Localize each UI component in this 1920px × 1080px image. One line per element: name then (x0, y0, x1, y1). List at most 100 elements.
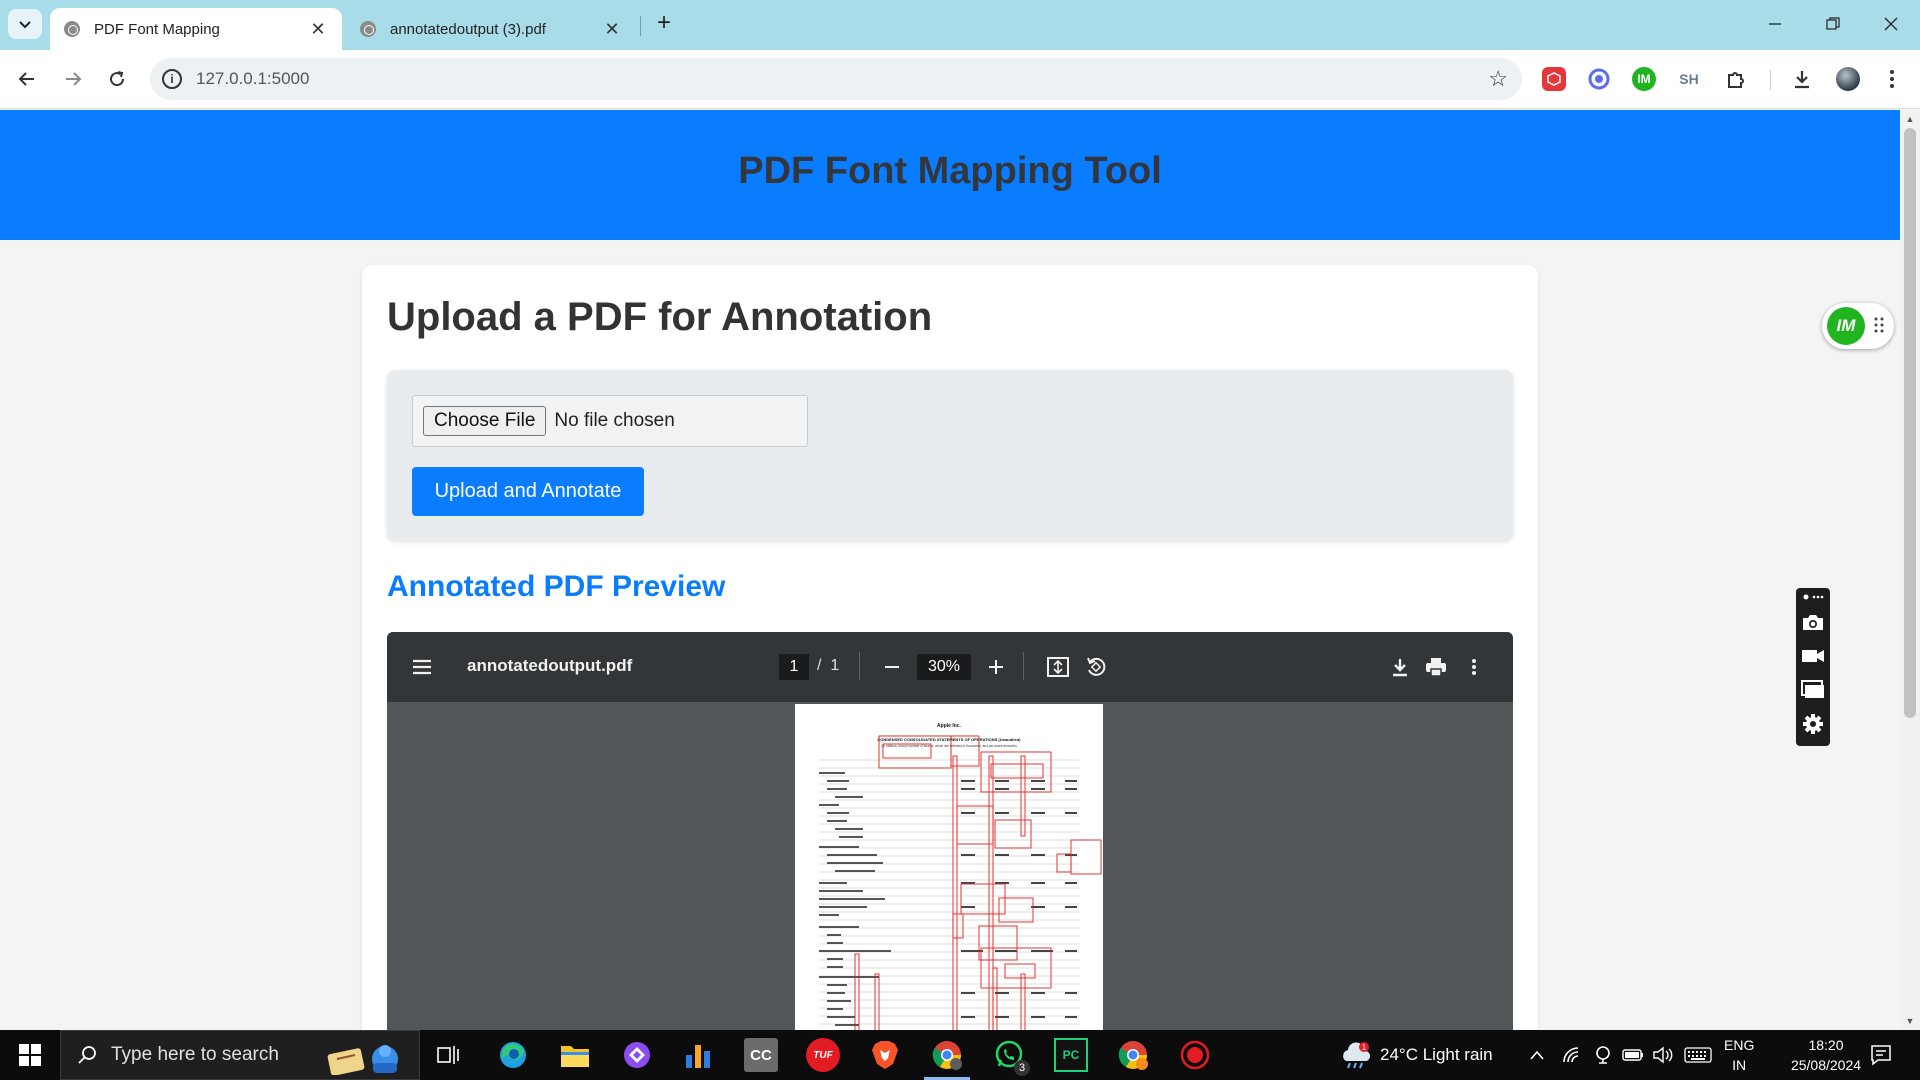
file-input[interactable]: Choose File No file chosen (412, 395, 808, 447)
settings-gear-icon[interactable] (1801, 712, 1825, 736)
browser-toolbar: i 127.0.0.1:5000 ☆ IM SH (0, 50, 1920, 109)
new-tab-button[interactable]: + (650, 10, 678, 38)
clock-date: 25/08/2024 (1790, 1057, 1862, 1073)
tab-search-button[interactable] (8, 9, 42, 39)
download-icon[interactable] (1790, 67, 1814, 91)
scroll-up-arrow-icon[interactable]: ▲ (1905, 114, 1915, 124)
blue-swirl-extension-icon[interactable] (1587, 67, 1611, 91)
font-annotation-boxes (854, 735, 1102, 1030)
tuf-app-icon[interactable]: TUF (806, 1038, 840, 1072)
close-window-button[interactable] (1868, 8, 1914, 40)
chrome-browser-icon[interactable] (924, 1038, 970, 1080)
pdf-statement-title: CONDENSED CONSOLIDATED STATEMENTS OF OPE… (877, 737, 1021, 742)
zoom-in-icon[interactable] (983, 654, 1009, 680)
browser-tab-strip: PDF Font Mapping ✕ annotatedoutput (3).p… (0, 0, 1920, 50)
bookmark-star-icon[interactable]: ☆ (1488, 66, 1508, 92)
charts-app-icon[interactable] (682, 1038, 716, 1072)
pycharm-icon[interactable]: PC (1054, 1038, 1088, 1072)
close-icon[interactable]: ✕ (602, 19, 622, 40)
show-hidden-icons-chevron-icon[interactable] (1530, 1030, 1546, 1080)
meet-now-icon[interactable] (1594, 1030, 1612, 1080)
brave-browser-icon[interactable] (868, 1038, 902, 1072)
start-button[interactable] (0, 1030, 60, 1080)
copilot-app-icon[interactable] (620, 1038, 654, 1072)
minimize-button[interactable] (1752, 8, 1798, 40)
whatsapp-icon[interactable]: 3 (992, 1038, 1030, 1076)
forward-button[interactable] (56, 62, 90, 96)
arrow-right-icon (66, 72, 82, 86)
keyboard-icon[interactable] (1684, 1030, 1712, 1080)
clock-time: 18:20 (1808, 1037, 1844, 1053)
toolbar-divider (859, 652, 860, 680)
globe-icon (360, 21, 376, 37)
pdf-toolbar: annotatedoutput.pdf 1 / 1 30% (387, 632, 1513, 702)
screen-record-icon[interactable] (1801, 678, 1825, 702)
extensions-puzzle-icon[interactable] (1724, 67, 1748, 91)
more-options-icon[interactable] (1461, 654, 1487, 680)
address-bar[interactable]: i 127.0.0.1:5000 ☆ (150, 58, 1522, 100)
rotate-icon[interactable] (1083, 654, 1109, 680)
file-explorer-icon[interactable] (558, 1038, 592, 1072)
edge-browser-icon[interactable] (496, 1038, 530, 1072)
hamburger-menu-icon[interactable] (409, 654, 435, 680)
im-logo: IM (1827, 307, 1865, 345)
im-floating-widget[interactable]: IM (1822, 303, 1894, 349)
choose-file-button[interactable]: Choose File (423, 406, 547, 436)
search-icon (78, 1046, 96, 1064)
page-number-input[interactable]: 1 (779, 654, 809, 680)
close-icon (1884, 17, 1898, 31)
screen-recorder-icon[interactable] (1178, 1038, 1212, 1072)
scrollbar-thumb[interactable] (1904, 128, 1916, 718)
im-extension-icon[interactable]: IM (1632, 67, 1656, 91)
fit-to-page-icon[interactable] (1045, 654, 1071, 680)
back-button[interactable] (10, 62, 44, 96)
page-title: PDF Font Mapping Tool (738, 149, 1162, 192)
tab-annotatedoutput-pdf[interactable]: annotatedoutput (3).pdf ✕ (346, 8, 636, 50)
restore-button[interactable] (1810, 8, 1856, 40)
screen-capture-panel (1796, 588, 1830, 746)
camera-icon[interactable] (1801, 610, 1825, 634)
clock[interactable]: 18:20 25/08/2024 (1776, 1030, 1876, 1080)
language-indicator[interactable]: ENG IN (1724, 1030, 1754, 1080)
video-camera-icon[interactable] (1801, 644, 1825, 668)
zoom-out-icon[interactable] (879, 654, 905, 680)
tab-title: annotatedoutput (3).pdf (390, 20, 546, 38)
windows-logo-icon (19, 1044, 41, 1066)
zoom-level[interactable]: 30% (917, 654, 971, 680)
search-placeholder: Type here to search (111, 1044, 279, 1065)
download-icon[interactable] (1387, 654, 1413, 680)
volume-icon[interactable] (1652, 1030, 1674, 1080)
wifi-icon[interactable] (1562, 1030, 1582, 1080)
whatsapp-badge: 3 (1014, 1060, 1030, 1076)
scroll-down-arrow-icon[interactable]: ▼ (1905, 1016, 1915, 1026)
site-info-icon[interactable]: i (162, 69, 182, 89)
sh-extension-icon[interactable]: SH (1677, 67, 1701, 91)
cc-app-icon[interactable]: CC (744, 1038, 778, 1072)
tab-divider (640, 16, 641, 36)
preview-heading: Annotated PDF Preview (387, 570, 726, 603)
weather-text: 24°C Light rain (1380, 1045, 1493, 1064)
pdf-page-thumbnail[interactable]: Apple Inc. CONDENSED CONSOLIDATED STATEM… (795, 704, 1103, 1030)
page-count: / 1 (817, 657, 839, 675)
tab-title: PDF Font Mapping (94, 20, 220, 38)
taskbar-search-box[interactable]: Type here to search (60, 1030, 420, 1080)
chrome-profile-icon[interactable] (1116, 1038, 1150, 1072)
profile-avatar-icon[interactable] (1836, 67, 1860, 91)
upload-form: Choose File No file chosen Upload and An… (387, 370, 1513, 540)
browser-menu-icon[interactable] (1880, 67, 1904, 91)
page-scrollbar[interactable]: ▲ ▼ (1900, 110, 1920, 1030)
task-view-icon[interactable] (432, 1038, 466, 1072)
notification-center-icon[interactable] (1870, 1030, 1894, 1080)
upload-and-annotate-button[interactable]: Upload and Annotate (412, 467, 644, 516)
print-icon[interactable] (1423, 654, 1449, 680)
pdf-filename: annotatedoutput.pdf (467, 656, 633, 675)
drag-handle-icon[interactable] (1874, 315, 1884, 340)
reload-button[interactable] (100, 62, 134, 96)
red-cube-extension-icon[interactable] (1542, 67, 1566, 91)
tab-pdf-font-mapping[interactable]: PDF Font Mapping ✕ (50, 8, 342, 50)
battery-icon[interactable] (1622, 1030, 1644, 1080)
weather-widget[interactable]: 1 24°C Light rain (1340, 1030, 1493, 1080)
windows-taskbar: Type here to search CC TUF 3 PC 1 24°C L… (0, 1030, 1920, 1080)
panel-options-icon[interactable] (1801, 590, 1825, 604)
close-icon[interactable]: ✕ (308, 19, 328, 40)
